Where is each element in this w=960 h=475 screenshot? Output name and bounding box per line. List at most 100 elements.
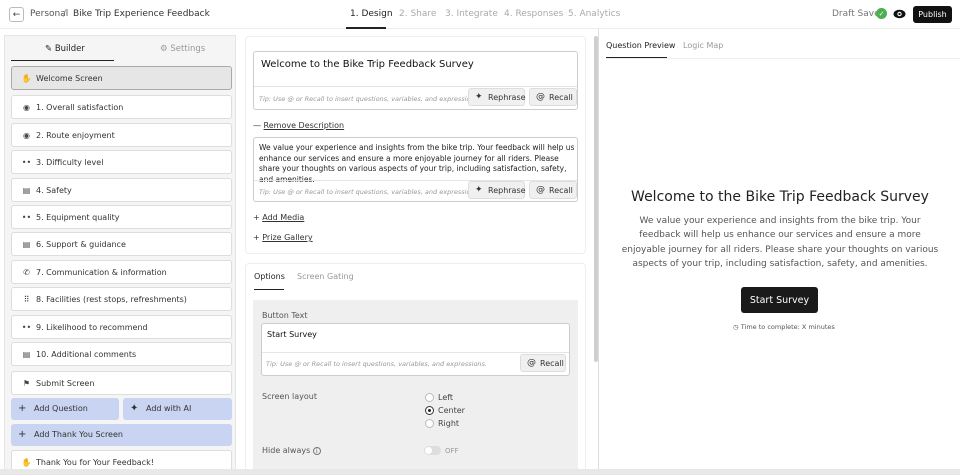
eye-icon[interactable] — [893, 8, 906, 20]
input-hint: Tip: Use @ or Recall to insert questions… — [266, 360, 487, 368]
recall-label: Recall — [540, 359, 564, 368]
question-label: 2. Route enjoyment — [36, 131, 115, 140]
phone-icon: ✆ — [23, 268, 30, 277]
question-item[interactable]: ▤ 10. Additional comments — [11, 342, 232, 366]
dots-scale-icon: •• — [21, 213, 32, 222]
prize-gallery-link[interactable]: + Prize Gallery — [253, 233, 313, 242]
add-media-link[interactable]: + Add Media — [253, 213, 304, 222]
question-label: Thank You for Your Feedback! — [36, 458, 154, 467]
tab-logic-map[interactable]: Logic Map — [683, 41, 723, 50]
grid-icon: ⠿ — [23, 295, 30, 304]
step-analytics[interactable]: 5. Analytics — [568, 9, 620, 19]
input-divider — [254, 180, 577, 181]
clock-icon: ◷ — [733, 323, 739, 331]
title-input-value: Welcome to the Bike Trip Feedback Survey — [261, 59, 474, 70]
question-label: 4. Safety — [36, 186, 72, 195]
survey-title[interactable]: Bike Trip Experience Feedback — [73, 9, 210, 19]
question-item[interactable]: ▤ 6. Support & guidance — [11, 232, 232, 256]
recall-button[interactable]: @ Recall — [520, 354, 566, 372]
at-icon: @ — [536, 185, 545, 195]
preview-divider — [598, 29, 599, 475]
tab-builder-label: Builder — [54, 44, 85, 54]
tab-screen-gating[interactable]: Screen Gating — [297, 272, 354, 281]
tab-builder[interactable]: ✎ Builder — [45, 44, 85, 54]
recall-button[interactable]: @ Recall — [529, 88, 577, 106]
radio-center-label: Center — [438, 406, 465, 415]
step-design[interactable]: 1. Design — [350, 9, 393, 19]
question-item[interactable]: •• 3. Difficulty level — [11, 150, 232, 174]
back-button[interactable]: ← — [9, 7, 24, 22]
info-icon[interactable]: i — [312, 447, 321, 455]
question-label: 1. Overall satisfaction — [36, 103, 124, 112]
prize-gallery-label: Prize Gallery — [262, 233, 313, 242]
recall-label: Recall — [549, 93, 573, 102]
start-survey-button[interactable]: Start Survey — [741, 287, 818, 313]
toggle-state: OFF — [445, 447, 459, 455]
radio-left-label: Left — [438, 393, 454, 402]
question-label: 9. Likelihood to recommend — [36, 323, 148, 332]
at-icon: @ — [536, 92, 545, 102]
question-item[interactable]: ◉ 2. Route enjoyment — [11, 123, 232, 147]
preview-tab-divider — [606, 58, 960, 59]
recall-label: Recall — [549, 186, 573, 195]
sparkle-icon: ✦ — [475, 92, 483, 102]
sparkle-icon: ✦ — [130, 403, 139, 414]
question-label: 10. Additional comments — [36, 350, 137, 359]
preview-description: We value your experience and insights fr… — [621, 216, 939, 270]
add-media-label: Add Media — [262, 213, 305, 222]
remove-description-link[interactable]: — Remove Description — [253, 121, 344, 130]
add-question-button[interactable]: + Add Question — [11, 398, 119, 420]
dots-scale-icon: •• — [21, 323, 32, 332]
hide-always-toggle[interactable] — [424, 446, 441, 455]
question-label: 5. Equipment quality — [36, 213, 120, 222]
question-item[interactable]: •• 5. Equipment quality — [11, 205, 232, 229]
question-item-submit[interactable]: ⚑ Submit Screen — [11, 371, 232, 395]
add-with-ai-button[interactable]: ✦ Add with AI — [123, 398, 232, 420]
recall-button[interactable]: @ Recall — [529, 181, 577, 199]
hand-wave-icon: ✋ — [21, 458, 32, 467]
builder-panel: ✎ Builder ⚙ Settings ✋ Welcome Screen ◉ … — [4, 35, 236, 475]
question-item[interactable]: ▤ 4. Safety — [11, 178, 232, 202]
flag-icon: ⚑ — [22, 379, 31, 388]
step-responses[interactable]: 4. Responses — [504, 9, 563, 19]
add-thank-you-button[interactable]: + Add Thank You Screen — [11, 424, 232, 446]
tab-underline — [11, 60, 114, 61]
dots-scale-icon: •• — [21, 158, 32, 167]
hide-always-label: Hide always i — [262, 446, 321, 455]
step-integrate[interactable]: 3. Integrate — [445, 9, 498, 19]
question-item[interactable]: ⠿ 8. Facilities (rest stops, refreshment… — [11, 287, 232, 311]
check-icon: ✓ — [876, 8, 887, 19]
tab-settings[interactable]: ⚙ Settings — [160, 44, 205, 54]
tab-question-preview[interactable]: Question Preview — [606, 41, 675, 50]
question-item[interactable]: ◉ 1. Overall satisfaction — [11, 95, 232, 119]
input-divider — [254, 86, 577, 87]
step-share[interactable]: 2. Share — [399, 9, 436, 19]
publish-button[interactable]: Publish — [913, 6, 952, 23]
list-icon: ▤ — [22, 350, 31, 359]
preview-tab-underline — [606, 57, 667, 58]
button-text-value: Start Survey — [267, 330, 317, 339]
question-item[interactable]: ✆ 7. Communication & information — [11, 260, 232, 284]
radio-center[interactable] — [425, 406, 434, 415]
question-item-welcome[interactable]: ✋ Welcome Screen — [11, 66, 232, 90]
preview-title: Welcome to the Bike Trip Feedback Survey — [631, 189, 929, 205]
bottom-strip — [0, 469, 960, 475]
button-text-label: Button Text — [262, 311, 308, 320]
radio-icon: ◉ — [23, 131, 30, 140]
top-bar: ← Personal / Bike Trip Experience Feedba… — [0, 0, 960, 29]
time-to-complete: ◷ Time to complete: X minutes — [733, 323, 835, 331]
hand-wave-icon: ✋ — [21, 74, 32, 83]
rephrase-label: Rephrase — [488, 186, 526, 195]
radio-right[interactable] — [425, 419, 434, 428]
description-input-value: We value your experience and insights fr… — [259, 143, 575, 184]
question-item[interactable]: •• 9. Likelihood to recommend — [11, 315, 232, 339]
tab-options[interactable]: Options — [254, 272, 285, 281]
arrow-left-icon: ← — [12, 9, 21, 20]
sparkle-icon: ✦ — [475, 185, 483, 195]
rephrase-button[interactable]: ✦ Rephrase — [468, 181, 526, 199]
question-label: 7. Communication & information — [36, 268, 167, 277]
input-divider — [262, 352, 569, 353]
input-hint: Tip: Use @ or Recall to insert questions… — [259, 188, 480, 196]
radio-left[interactable] — [425, 393, 434, 402]
rephrase-button[interactable]: ✦ Rephrase — [468, 88, 526, 106]
